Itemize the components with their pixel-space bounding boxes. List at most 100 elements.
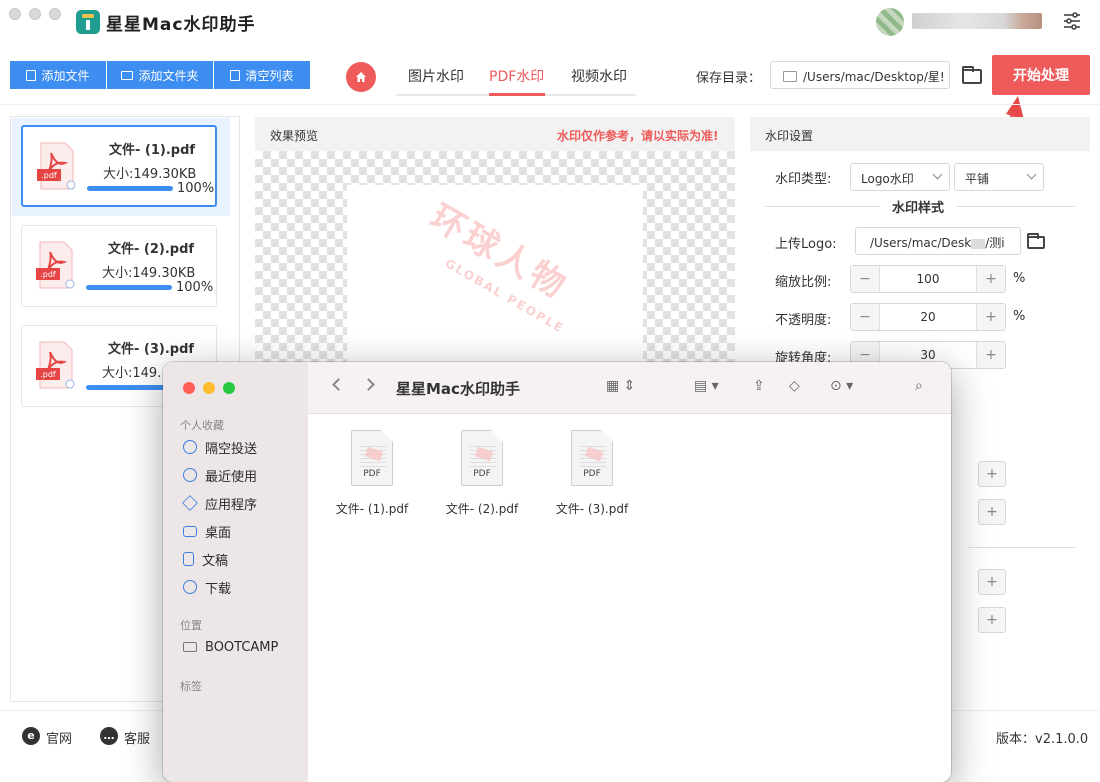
chevron-down-icon	[1026, 169, 1037, 180]
finder-title: 星星Mac水印助手	[396, 380, 520, 398]
zoom-button[interactable]	[49, 8, 61, 20]
tab-image-watermark[interactable]: 图片水印	[408, 66, 464, 86]
file-progress-percent: 100%	[177, 181, 215, 196]
sidebar-item-recents[interactable]: 最近使用	[183, 465, 257, 485]
username-redacted	[912, 13, 1042, 29]
scale-label: 缩放比例:	[775, 275, 832, 290]
sidebar-item-applications[interactable]: 应用程序	[182, 493, 257, 513]
forward-chevron-icon[interactable]	[362, 378, 375, 391]
pdf-file-icon: .pdf	[36, 341, 75, 389]
decrement-button[interactable]: −	[851, 304, 879, 330]
tile-mode-select[interactable]: 平铺	[954, 163, 1044, 191]
airdrop-icon	[183, 440, 197, 454]
chevron-down-icon	[932, 169, 943, 180]
sidebar-item-desktop[interactable]: 桌面	[183, 521, 231, 541]
chat-icon[interactable]: …	[100, 727, 118, 745]
start-process-button[interactable]: 开始处理	[992, 55, 1090, 95]
folder-icon	[121, 70, 134, 80]
locations-heading: 位置	[180, 619, 202, 632]
header-separator	[0, 104, 1100, 105]
scale-value[interactable]: 100	[879, 266, 977, 292]
scale-stepper[interactable]: − 100 +	[850, 265, 1006, 293]
save-dir-input[interactable]: /Users/mac/Desktop/星!	[770, 61, 950, 89]
file-progress-percent: 100%	[176, 280, 214, 295]
file-item[interactable]: .pdf 文件- (1).pdf 大小:149.30KB 100%	[21, 125, 217, 207]
file-icon	[26, 69, 37, 81]
file-name: 文件- (2).pdf	[108, 242, 195, 257]
increment-button[interactable]: +	[977, 304, 1005, 330]
browse-folder-icon[interactable]	[962, 66, 982, 84]
sidebar-item-bootcamp[interactable]: BOOTCAMP	[183, 637, 278, 657]
apps-icon	[182, 495, 198, 511]
preview-title: 效果预览	[270, 129, 319, 143]
finder-zoom-button[interactable]	[223, 382, 235, 394]
tab-video-watermark[interactable]: 视频水印	[571, 66, 627, 86]
document-icon	[183, 552, 194, 566]
app-title: 星星Mac水印助手	[106, 15, 256, 35]
clock-icon	[183, 468, 197, 482]
tag-icon[interactable]: ◇	[789, 378, 800, 394]
svg-text:.pdf: .pdf	[40, 270, 56, 279]
tab-pdf-watermark[interactable]: PDF水印	[489, 66, 544, 86]
search-icon[interactable]: ⌕	[915, 378, 923, 394]
opacity-stepper[interactable]: − 20 +	[850, 303, 1006, 331]
file-item[interactable]: .pdf 文件- (2).pdf 大小:149.30KB 100%	[21, 225, 217, 307]
grid-view-icon[interactable]: ▦ ⇕	[606, 378, 635, 394]
watermark-type-select[interactable]: Logo水印	[850, 163, 950, 191]
preview-panel: 效果预览 水印仅作参考，请以实际为准! 环球人物 GLOBAL PEOPLE	[255, 117, 735, 385]
scale-unit: %	[1013, 271, 1026, 286]
website-icon[interactable]: e	[22, 727, 40, 745]
opacity-value[interactable]: 20	[879, 304, 977, 330]
finder-file-name: 文件- (3).pdf	[555, 502, 629, 516]
pdf-file-icon: .pdf	[37, 142, 76, 190]
settings-sliders-icon[interactable]	[1062, 11, 1082, 31]
increment-button[interactable]: +	[977, 266, 1005, 292]
sidebar-item-downloads[interactable]: 下载	[183, 577, 231, 597]
website-link[interactable]: 官网	[46, 728, 72, 747]
trash-icon	[230, 69, 241, 81]
download-icon	[183, 580, 197, 594]
svg-text:.pdf: .pdf	[41, 171, 57, 180]
finder-toolbar: 星星Mac水印助手 ▦ ⇕ ▤ ▾ ⇪ ◇ ⊙ ▾ ⌕	[308, 362, 951, 414]
avatar[interactable]	[876, 8, 904, 36]
increment-button[interactable]: +	[978, 607, 1006, 633]
file-name: 文件- (3).pdf	[108, 342, 195, 357]
finder-file-item[interactable]: PDF 文件- (3).pdf	[542, 430, 642, 517]
more-actions-icon[interactable]: ⊙ ▾	[830, 378, 853, 394]
finder-close-button[interactable]	[183, 382, 195, 394]
finder-file-name: 文件- (2).pdf	[445, 502, 519, 516]
sidebar-item-documents[interactable]: 文稿	[183, 549, 228, 569]
decrement-button[interactable]: −	[851, 266, 879, 292]
finder-file-item[interactable]: PDF 文件- (2).pdf	[432, 430, 532, 517]
settings-title: 水印设置	[750, 117, 1090, 151]
section-divider	[968, 547, 1075, 548]
browse-logo-icon[interactable]	[1027, 233, 1045, 249]
finder-file-item[interactable]: PDF 文件- (1).pdf	[322, 430, 422, 517]
finder-minimize-button[interactable]	[203, 382, 215, 394]
file-progress-bar	[87, 186, 173, 191]
logo-path-input[interactable]: /Users/mac/Desk/测i	[855, 227, 1021, 255]
file-size: 大小:149.30KB	[103, 167, 197, 182]
title-bar: 星星Mac水印助手	[0, 0, 1100, 48]
increment-button[interactable]: +	[978, 461, 1006, 487]
finder-file-name: 文件- (1).pdf	[335, 502, 409, 516]
share-icon[interactable]: ⇪	[753, 378, 765, 394]
svg-text:.pdf: .pdf	[40, 370, 56, 379]
close-button[interactable]	[9, 8, 21, 20]
save-dir-label: 保存目录：	[696, 71, 762, 86]
style-section-title: 水印样式	[880, 197, 957, 216]
clear-list-button[interactable]: 清空列表	[214, 61, 310, 89]
increment-button[interactable]: +	[977, 342, 1005, 368]
finder-window: 个人收藏 隔空投送 最近使用 应用程序 桌面 文稿 下载 位置 BOOTCAMP…	[163, 362, 951, 782]
sidebar-item-airdrop[interactable]: 隔空投送	[183, 437, 257, 457]
increment-button[interactable]: +	[978, 569, 1006, 595]
group-view-icon[interactable]: ▤ ▾	[694, 378, 719, 394]
increment-button[interactable]: +	[978, 499, 1006, 525]
add-file-button[interactable]: 添加文件	[10, 61, 106, 89]
add-folder-button[interactable]: 添加文件夹	[107, 61, 213, 89]
customer-service-link[interactable]: 客服	[124, 728, 150, 747]
pdf-document-icon: PDF	[571, 430, 613, 486]
minimize-button[interactable]	[29, 8, 41, 20]
back-chevron-icon[interactable]	[332, 378, 345, 391]
home-button[interactable]	[346, 62, 376, 92]
